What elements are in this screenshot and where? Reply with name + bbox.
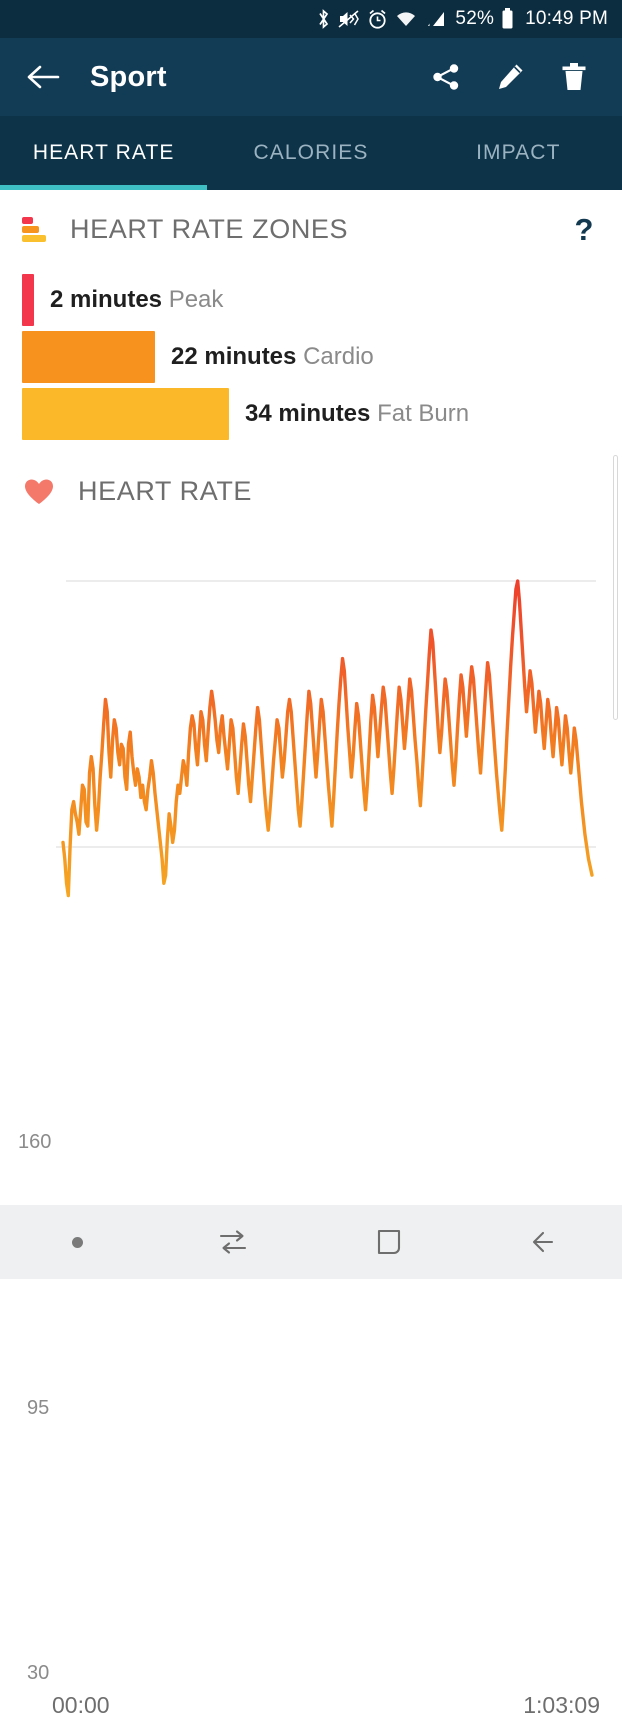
page-title: Sport xyxy=(90,61,167,94)
heart-rate-chart: 160 95 30 00:00 1:03:09 xyxy=(0,541,622,1121)
help-icon[interactable]: ? xyxy=(566,214,602,245)
battery-percent-label: 52% xyxy=(455,8,494,30)
home-icon[interactable] xyxy=(311,1226,467,1258)
signal-icon xyxy=(426,9,448,29)
alarm-icon xyxy=(367,9,388,30)
zones-section-header: HEART RATE ZONES ? xyxy=(0,190,622,245)
bluetooth-icon xyxy=(316,8,331,30)
status-bar: 52% 10:49 PM xyxy=(0,0,622,38)
chart-gridlines xyxy=(56,581,596,1101)
zone-row-peak: 2 minutes Peak xyxy=(0,271,622,328)
y-axis-label-max: 160 xyxy=(18,1131,51,1154)
zone-label-fat-burn: 34 minutes Fat Burn xyxy=(245,400,469,428)
back-icon[interactable] xyxy=(467,1227,622,1257)
x-axis-label-end: 1:03:09 xyxy=(523,1692,600,1719)
heart-rate-section-header: HEART RATE xyxy=(0,442,622,507)
delete-icon[interactable] xyxy=(548,51,600,103)
tab-impact[interactable]: IMPACT xyxy=(415,116,622,190)
zone-row-cardio: 22 minutes Cardio xyxy=(0,328,622,385)
zone-bar-fat-burn xyxy=(22,388,229,440)
status-icons: 52% xyxy=(316,8,514,30)
zone-minutes-cardio: 22 minutes xyxy=(171,343,296,370)
zone-row-fat-burn: 34 minutes Fat Burn xyxy=(0,385,622,442)
zone-minutes-peak: 2 minutes xyxy=(50,286,162,313)
scrollbar[interactable] xyxy=(613,455,618,720)
edit-icon[interactable] xyxy=(484,51,536,103)
zones-list: 2 minutes Peak 22 minutes Cardio 34 minu… xyxy=(0,245,622,442)
heart-rate-chart-svg xyxy=(0,541,622,1101)
share-icon[interactable] xyxy=(420,51,472,103)
zone-bar-peak xyxy=(22,274,34,326)
tab-impact-label: IMPACT xyxy=(476,141,560,165)
tab-calories[interactable]: CALORIES xyxy=(207,116,414,190)
heart-rate-section-title: HEART RATE xyxy=(78,476,252,507)
tab-bar: HEART RATE CALORIES IMPACT xyxy=(0,116,622,190)
heart-icon xyxy=(24,478,54,506)
dot-indicator-icon[interactable] xyxy=(0,1237,156,1248)
content-area: HEART RATE ZONES ? 2 minutes Peak 22 min… xyxy=(0,190,622,1198)
battery-icon xyxy=(501,8,514,30)
system-nav-bar xyxy=(0,1205,622,1279)
recents-icon[interactable] xyxy=(156,1227,312,1257)
y-axis-label-min: 30 xyxy=(27,1662,49,1685)
zone-name-peak: Peak xyxy=(169,286,224,313)
zones-section-title: HEART RATE ZONES xyxy=(70,214,348,245)
zone-minutes-fat-burn: 34 minutes xyxy=(245,400,370,427)
wifi-icon xyxy=(395,9,419,29)
mute-vibrate-icon xyxy=(338,9,360,29)
tab-calories-label: CALORIES xyxy=(253,141,368,165)
x-axis-label-start: 00:00 xyxy=(52,1692,110,1719)
y-axis-label-mid: 95 xyxy=(27,1397,49,1420)
tab-heart-rate[interactable]: HEART RATE xyxy=(0,116,207,190)
status-clock: 10:49 PM xyxy=(525,8,608,30)
app-bar: Sport xyxy=(0,38,622,116)
zone-label-cardio: 22 minutes Cardio xyxy=(171,343,374,371)
heart-rate-line xyxy=(63,581,592,896)
zones-bar-chart-icon xyxy=(22,217,48,243)
zone-name-cardio: Cardio xyxy=(303,343,374,370)
zone-bar-cardio xyxy=(22,331,155,383)
back-arrow-icon[interactable] xyxy=(22,55,66,99)
zone-name-fat-burn: Fat Burn xyxy=(377,400,469,427)
tab-heart-rate-label: HEART RATE xyxy=(33,141,175,165)
zone-label-peak: 2 minutes Peak xyxy=(50,286,223,314)
